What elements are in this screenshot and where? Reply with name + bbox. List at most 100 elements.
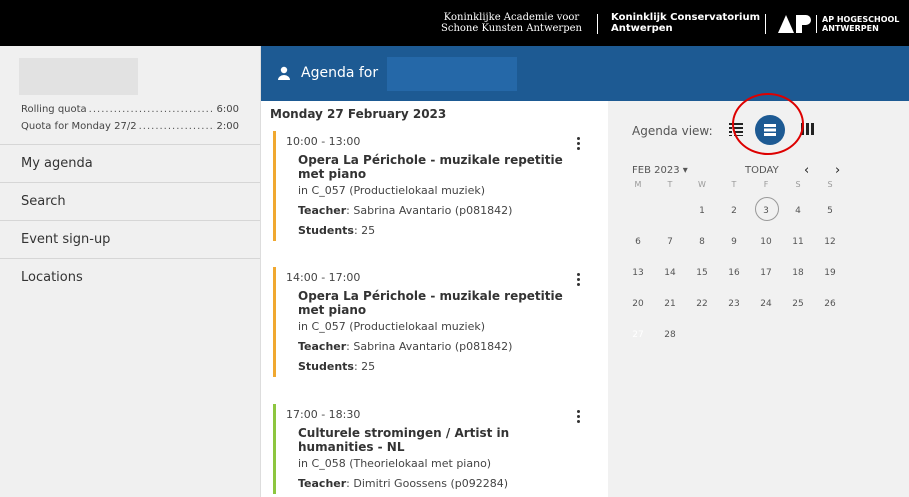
event-location: in C_057 (Productielokaal muziek) — [298, 320, 486, 333]
event-teacher: Teacher: Dimitri Goossens (p092284) — [286, 474, 593, 494]
highlight-circle — [732, 93, 804, 155]
event-card[interactable]: 17:00 - 18:30 Culturele stromingen / Art… — [273, 404, 593, 494]
event-title: Culturele stromingen / Artist in humanit… — [298, 426, 510, 454]
event-card[interactable]: 14:00 - 17:00 Opera La Périchole - muzik… — [273, 267, 593, 377]
students-label: Students — [298, 360, 354, 373]
calendar-day[interactable]: 17 — [750, 268, 782, 278]
calendar-day[interactable]: 1 — [686, 206, 718, 216]
calendar-day[interactable]: 11 — [782, 237, 814, 247]
event-time: 10:00 - 13:00 — [286, 135, 361, 148]
calendar-day[interactable]: 6 — [622, 237, 654, 247]
day-number: 21 — [664, 298, 676, 309]
calendar-day[interactable]: 26 — [814, 299, 846, 309]
weekday-label: T — [731, 179, 737, 189]
quota-label: Quota for Monday 27/2 — [21, 121, 137, 132]
conservatorium-logo[interactable]: Koninklijk Conservatorium Antwerpen — [611, 12, 760, 34]
calendar-day[interactable]: 23 — [718, 299, 750, 309]
calendar-day[interactable]: 12 — [814, 237, 846, 247]
brand2-line2: Antwerpen — [611, 23, 673, 34]
ap-text: AP HOGESCHOOL ANTWERPEN — [816, 15, 899, 33]
calendar-day[interactable]: 3 — [750, 196, 782, 221]
day-number: 8 — [699, 236, 705, 247]
day-number: 2 — [731, 205, 737, 216]
calendar-day[interactable]: 15 — [686, 268, 718, 278]
agenda-view-label: Agenda view: — [632, 124, 713, 138]
event-title: Opera La Périchole - muzikale repetitie … — [298, 289, 563, 317]
day-number: 5 — [827, 205, 833, 216]
calendar-day[interactable]: 14 — [654, 268, 686, 278]
calendar-week: 6 7 8 9 10 11 12 — [622, 226, 846, 257]
quota-value: 2:00 — [216, 121, 239, 132]
divider — [765, 14, 766, 34]
calendar-day[interactable]: 13 — [622, 268, 654, 278]
quota-list: Rolling quota ..........................… — [21, 101, 239, 135]
redacted-name — [387, 57, 517, 91]
day-number: 20 — [632, 298, 644, 309]
day-number: 25 — [792, 298, 804, 309]
event-students: Students: 25 — [286, 357, 593, 377]
day-number: 11 — [792, 236, 804, 247]
day-number: 6 — [635, 236, 641, 247]
teacher-label: Teacher — [298, 477, 347, 490]
ap-hogeschool-logo[interactable]: AP HOGESCHOOL ANTWERPEN — [778, 15, 899, 33]
calendar-day[interactable]: 18 — [782, 268, 814, 278]
calendar-day[interactable]: 7 — [654, 237, 686, 247]
day-number: 24 — [760, 298, 772, 309]
ap-line2: ANTWERPEN — [822, 24, 879, 33]
quota-row: Quota for Monday 27/2 ..................… — [21, 118, 239, 135]
calendar-day[interactable]: 19 — [814, 268, 846, 278]
students-count: : 25 — [353, 224, 376, 237]
day-number: 1 — [699, 205, 705, 216]
day-number: 9 — [731, 236, 737, 247]
more-options-icon[interactable] — [577, 273, 581, 287]
more-options-icon[interactable] — [577, 410, 581, 424]
calendar-day[interactable]: 27 — [622, 318, 654, 344]
calendar-day[interactable]: 10 — [750, 237, 782, 247]
calendar-day[interactable]: 9 — [718, 237, 750, 247]
day-number: 23 — [728, 298, 740, 309]
calendar-day[interactable]: 25 — [782, 299, 814, 309]
day-number: 13 — [632, 267, 644, 278]
calendar-day[interactable]: 16 — [718, 268, 750, 278]
calendar-day[interactable]: 5 — [814, 206, 846, 216]
calendar-day[interactable]: 24 — [750, 299, 782, 309]
day-number: 28 — [664, 329, 676, 340]
sidebar-item-search[interactable]: Search — [0, 182, 260, 220]
ap-logo-icon — [778, 15, 811, 33]
day-number: 26 — [824, 298, 836, 309]
quota-label: Rolling quota — [21, 104, 87, 115]
event-location: in C_058 (Theorielokaal met piano) — [298, 457, 492, 470]
calendar-day[interactable]: 21 — [654, 299, 686, 309]
day-number: 3 — [763, 205, 769, 216]
day-number: 12 — [824, 236, 836, 247]
person-icon — [278, 66, 290, 80]
weekday-header: MTWTFSS — [622, 173, 846, 195]
calendar-day[interactable]: 4 — [782, 206, 814, 216]
page-title: Agenda for — [301, 65, 379, 81]
weekday-label: S — [795, 179, 801, 189]
event-time: 17:00 - 18:30 — [286, 408, 361, 421]
sidebar-item-my-agenda[interactable]: My agenda — [0, 144, 260, 182]
teacher-label: Teacher — [298, 204, 347, 217]
calendar-grid: M T W T F S S 1 2 3 4 5 6 7 8 9 10 11 12 13 14 15 16 17 18 19 20 21… — [622, 180, 846, 350]
leader-dots: ........................................ — [138, 121, 215, 132]
event-card[interactable]: 10:00 - 13:00 Opera La Périchole - muzik… — [273, 131, 593, 241]
more-options-icon[interactable] — [577, 137, 581, 151]
weekday-label: W — [698, 179, 706, 189]
calendar-day[interactable]: 22 — [686, 299, 718, 309]
kaska-logo[interactable]: Koninklijke Academie voor Schone Kunsten… — [441, 12, 582, 34]
calendar-day[interactable]: 28 — [654, 330, 686, 340]
sidebar-item-event-signup[interactable]: Event sign-up — [0, 220, 260, 258]
day-number: 17 — [760, 267, 772, 278]
calendar-day[interactable]: 8 — [686, 237, 718, 247]
calendar-day[interactable]: 20 — [622, 299, 654, 309]
day-number: 19 — [824, 267, 836, 278]
brand2-line1: Koninklijk Conservatorium — [611, 12, 760, 23]
sidebar-item-locations[interactable]: Locations — [0, 258, 260, 296]
calendar-week: 1 2 3 4 5 — [622, 195, 846, 226]
calendar-day[interactable]: 2 — [718, 206, 750, 216]
students-count: : 25 — [353, 360, 376, 373]
event-teacher: Teacher: Sabrina Avantario (p081842) — [286, 337, 593, 357]
weekday-label: T — [667, 179, 673, 189]
day-number: 15 — [696, 267, 708, 278]
